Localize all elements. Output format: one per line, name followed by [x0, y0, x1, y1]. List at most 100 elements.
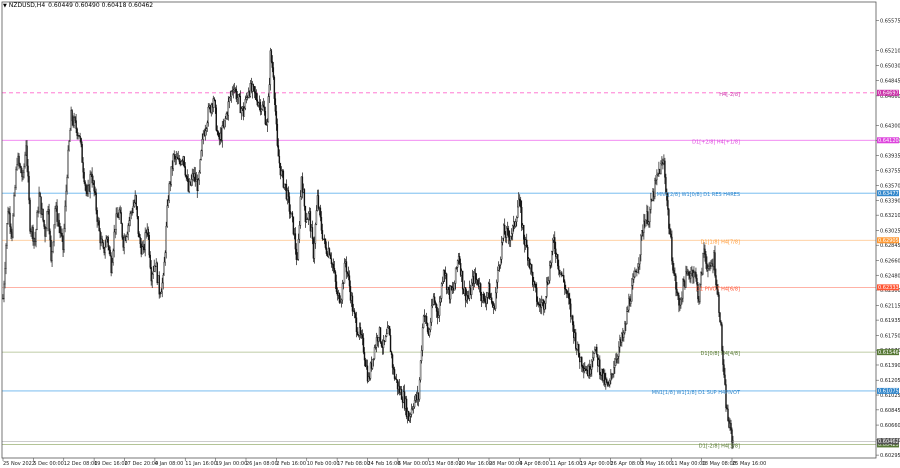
- candle-body: [488, 283, 491, 300]
- candle-body: [590, 369, 592, 375]
- levels-layer: [2, 92, 876, 445]
- candle-body: [148, 235, 150, 256]
- caret-down-icon[interactable]: ▼: [3, 3, 7, 9]
- chart-header: ▼ NZDUSD,H4 0.60449 0.60490 0.60418 0.6046…: [3, 1, 153, 11]
- candle-body: [400, 389, 403, 400]
- candle-body: [199, 159, 201, 173]
- candle-body: [379, 327, 382, 343]
- candle-body: [668, 209, 670, 229]
- level-price-label: 0.61546: [878, 350, 899, 356]
- candle-body: [346, 271, 349, 275]
- candle-body: [633, 276, 635, 280]
- candle-body: [667, 200, 669, 210]
- candle-body: [578, 344, 580, 357]
- candle-body: [161, 282, 163, 293]
- candle-body: [678, 295, 680, 306]
- candle-body: [426, 323, 429, 332]
- candle-body: [93, 180, 95, 192]
- chart-window[interactable]: 0.65575 0.65210 0.65030 0.64845 0.64660 0.643…: [0, 0, 900, 468]
- candle-body: [127, 225, 129, 235]
- candle-body: [617, 356, 619, 359]
- candle-body: [389, 335, 392, 353]
- candle-body: [501, 237, 504, 243]
- x-tick-label: 19 Dec 16:00: [94, 461, 128, 467]
- candle-body: [224, 118, 227, 122]
- candle-body: [74, 117, 76, 121]
- candle-body: [353, 310, 356, 314]
- candle-body: [373, 347, 376, 359]
- candle-body: [681, 297, 683, 300]
- candle-body: [648, 221, 650, 225]
- candle-body: [347, 273, 350, 276]
- candle-body: [266, 121, 269, 126]
- candle-body: [419, 360, 422, 381]
- candle-body: [105, 238, 107, 248]
- candle-body: [640, 235, 642, 256]
- candle-body: [551, 251, 553, 263]
- x-tick-label: 3 May 16:00: [641, 461, 672, 467]
- candle-body: [680, 299, 682, 306]
- candle-body: [254, 91, 257, 94]
- candle-body: [26, 145, 28, 167]
- level-label: D1 PIVOT H4[6/8]: [696, 286, 740, 292]
- candle-body: [28, 175, 30, 201]
- y-tick-label: 0.62115: [880, 303, 900, 309]
- candle-body: [75, 120, 77, 129]
- candle-body: [53, 224, 55, 243]
- y-tick-label: 0.63570: [880, 184, 900, 190]
- candle-body: [311, 227, 314, 239]
- candle-body: [107, 236, 109, 247]
- candle-body: [109, 249, 111, 257]
- candle-body: [228, 97, 231, 102]
- candle-body: [384, 336, 387, 342]
- candle-body: [645, 219, 647, 227]
- y-tick-label: 0.65030: [880, 63, 900, 69]
- candle-body: [64, 205, 66, 229]
- candle-body: [83, 171, 85, 183]
- x-tick-label: 11 May 00:00: [671, 461, 705, 467]
- level-label: H4[-2/8]: [719, 92, 740, 98]
- candle-body: [287, 190, 290, 197]
- y-tick-label: 0.62660: [880, 258, 900, 264]
- candle-body: [599, 359, 601, 375]
- candle-body: [566, 289, 568, 294]
- candle-body: [8, 211, 10, 214]
- level-label: D1[0/8] H4[4/8]: [701, 351, 741, 357]
- candle-body: [335, 281, 338, 292]
- plot-frame: [1, 1, 877, 459]
- level-label: D1[+2/8] H4[+1/8]: [692, 139, 740, 145]
- candle-body: [89, 174, 91, 192]
- candle-body: [362, 337, 365, 353]
- candle-body: [45, 228, 47, 237]
- candle-body: [377, 337, 380, 342]
- candle-body: [63, 228, 65, 251]
- candle-body: [200, 150, 202, 160]
- candle-body: [497, 265, 500, 271]
- candles-layer: [2, 47, 734, 450]
- level-price-label: 0.64697: [878, 91, 899, 97]
- candle-body: [428, 329, 431, 336]
- candle-body: [68, 141, 70, 151]
- candle-body: [341, 283, 344, 301]
- candle-body: [66, 177, 68, 192]
- candle-body: [5, 245, 7, 269]
- candle-body: [205, 128, 207, 132]
- candle-body: [657, 172, 659, 175]
- candle-body: [594, 349, 596, 354]
- price-chart[interactable]: 0.655750.652100.650300.648450.646600.643…: [0, 0, 900, 468]
- candle-body: [330, 258, 333, 265]
- candle-body: [132, 206, 134, 213]
- candle-body: [272, 67, 275, 78]
- ohlc-readout: 0.60449 0.60490 0.60418 0.60462: [48, 2, 154, 9]
- candle-body: [682, 279, 684, 299]
- y-tick-label: 0.61390: [880, 363, 900, 369]
- candle-body: [385, 333, 388, 337]
- candle-body: [328, 248, 331, 255]
- candle-body: [549, 265, 551, 281]
- candle-body: [108, 246, 110, 251]
- candle-body: [319, 207, 322, 218]
- x-tick-label: 11 Jan 16:00: [185, 461, 217, 467]
- candle-body: [412, 406, 415, 409]
- candle-body: [214, 99, 216, 108]
- candle-body: [18, 155, 20, 164]
